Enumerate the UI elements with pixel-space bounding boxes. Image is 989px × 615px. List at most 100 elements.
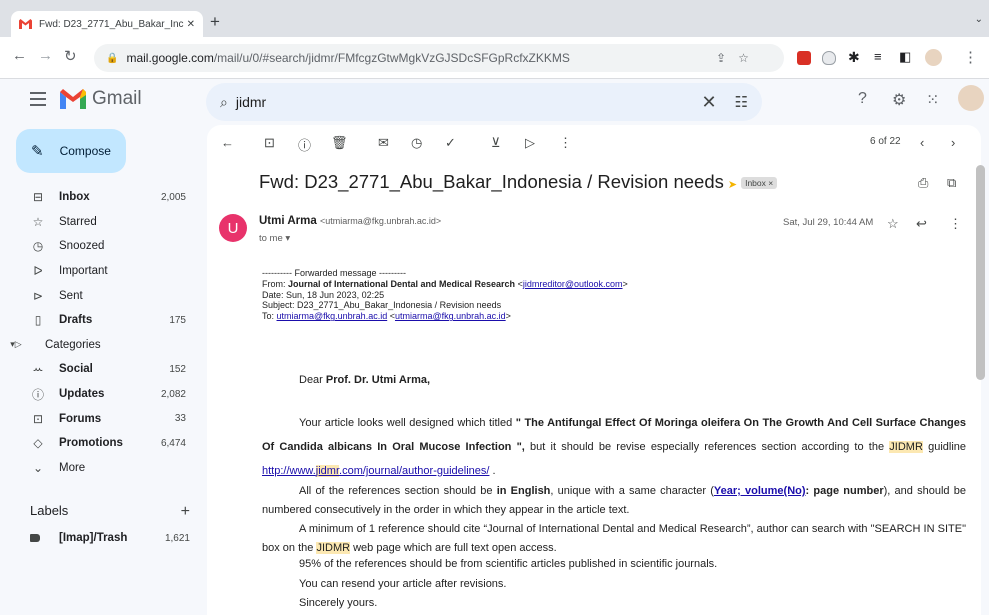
guidelines-link[interactable]: http://www.jidmr.com/journal/author-guid… bbox=[262, 465, 489, 477]
profile-avatar-icon[interactable] bbox=[925, 49, 942, 66]
from-email-link[interactable]: jidmreditor@outlook.com bbox=[523, 279, 623, 289]
url-path: /mail/u/0/#search/jidmr/FMfcgzGtwMgkVzGJ… bbox=[213, 51, 570, 65]
forward-icon[interactable]: → bbox=[38, 47, 53, 64]
apps-grid-icon[interactable]: ⁙ bbox=[926, 90, 939, 110]
p2-bold-2: : page number bbox=[805, 485, 884, 497]
sidebar-item-label: More bbox=[59, 461, 86, 474]
chrome-menu-icon[interactable]: ⋮ bbox=[963, 48, 978, 66]
move-to-icon[interactable]: ⊻ bbox=[491, 135, 501, 151]
sidebar-item-inbox[interactable]: ⊟ Inbox 2,005 bbox=[0, 185, 200, 210]
back-to-list-icon[interactable]: ← bbox=[221, 135, 234, 150]
url-host: mail.google.com bbox=[126, 51, 214, 65]
bookmark-star-icon[interactable]: ☆ bbox=[738, 51, 749, 65]
older-icon[interactable]: › bbox=[951, 135, 955, 150]
message-date: Sat, Jul 29, 10:44 AM bbox=[783, 217, 874, 228]
new-tab-icon[interactable]: + bbox=[210, 12, 220, 32]
add-to-tasks-icon[interactable]: ✓ bbox=[445, 135, 456, 151]
newer-icon[interactable]: ‹ bbox=[920, 135, 924, 150]
important-marker-icon[interactable]: ➤ bbox=[728, 179, 737, 191]
sidebar-item-important[interactable]: ᐅ Important bbox=[0, 259, 200, 284]
inbox-label-chip[interactable]: Inbox × bbox=[741, 177, 778, 190]
from-name: Journal of International Dental and Medi… bbox=[288, 278, 516, 289]
search-input[interactable]: jidmr bbox=[236, 94, 702, 110]
search-options-icon[interactable]: ☷ bbox=[735, 93, 748, 111]
reading-list-icon[interactable]: ≡ bbox=[874, 49, 882, 64]
sidebar-item-sent[interactable]: ⊳ Sent bbox=[0, 283, 200, 308]
forward-subject: Subject: D23_2771_Abu_Bakar_Indonesia / … bbox=[262, 300, 502, 311]
delete-icon[interactable]: 🗑 bbox=[331, 135, 348, 151]
star-icon: ☆ bbox=[32, 214, 44, 229]
help-icon[interactable]: ? bbox=[858, 90, 867, 108]
reload-icon[interactable]: ↻ bbox=[64, 47, 77, 65]
to-email-link[interactable]: utmiarma@fkg.unbrah.ac.id bbox=[277, 311, 388, 321]
sidebar-item-updates[interactable]: ⓘ Updates 2,082 bbox=[0, 382, 200, 407]
sidebar-item-categories[interactable]: ▾▷ Categories bbox=[0, 333, 200, 358]
extensions-puzzle-icon[interactable]: ✱ bbox=[848, 49, 860, 66]
extension-red-icon[interactable] bbox=[797, 51, 811, 65]
print-icon[interactable]: ⎙ bbox=[918, 175, 928, 191]
star-message-icon[interactable]: ☆ bbox=[887, 216, 899, 232]
open-new-window-icon[interactable]: ⧉ bbox=[947, 175, 956, 191]
subject-text: Fwd: D23_2771_Abu_Bakar_Indonesia / Revi… bbox=[259, 171, 724, 192]
sidebar-item-promotions[interactable]: ◇ Promotions 6,474 bbox=[0, 431, 200, 456]
search-icon[interactable]: ⌕ bbox=[220, 94, 228, 111]
label-as-icon[interactable]: ▷ bbox=[525, 135, 535, 151]
closing: Sincerely yours. bbox=[299, 597, 378, 609]
sender-name[interactable]: Utmi Arma bbox=[259, 215, 317, 227]
sidebar-item-starred[interactable]: ☆ Starred bbox=[0, 210, 200, 235]
compose-button[interactable]: ✎ Compose bbox=[16, 129, 126, 173]
message-more-icon[interactable]: ⋮ bbox=[949, 216, 962, 232]
archive-icon[interactable]: ⊡ bbox=[264, 135, 275, 151]
more-actions-icon[interactable]: ⋮ bbox=[559, 135, 572, 151]
label-tag-icon bbox=[30, 534, 40, 542]
pencil-icon: ✎ bbox=[31, 143, 44, 160]
p2-text-b: , unique with a same character ( bbox=[550, 485, 714, 497]
message-panel: ← ⊡ ⓘ 🗑 ✉ ◷ ✓ ⊻ ▷ ⋮ 6 of 22 ‹ › Fwd: D23… bbox=[207, 125, 981, 615]
account-avatar[interactable] bbox=[958, 85, 984, 111]
to-email-link-2[interactable]: utmiarma@fkg.unbrah.ac.id bbox=[395, 311, 506, 321]
message-scrollbar[interactable] bbox=[976, 165, 985, 380]
report-spam-icon[interactable]: ⓘ bbox=[298, 135, 311, 154]
collapse-arrow-icon: ▾▷ bbox=[10, 339, 22, 350]
tag-icon: ◇ bbox=[33, 436, 43, 451]
tab-close-icon[interactable]: ✕ bbox=[187, 19, 195, 30]
address-bar[interactable]: 🔒 mail.google.com/mail/u/0/#search/jidmr… bbox=[94, 44, 784, 72]
to-label: To: bbox=[262, 311, 277, 322]
gmail-favicon-icon bbox=[19, 19, 32, 29]
mark-unread-icon[interactable]: ✉ bbox=[378, 135, 389, 151]
clear-search-icon[interactable]: ✕ bbox=[701, 92, 716, 113]
p2-text: All of the references section should be bbox=[299, 485, 497, 497]
year-volume-link[interactable]: Year; volume(No) bbox=[714, 485, 806, 497]
paragraph-3: A minimum of 1 reference should cite “Jo… bbox=[262, 520, 966, 558]
send-icon: ⊳ bbox=[32, 288, 44, 303]
add-label-icon[interactable]: + bbox=[181, 503, 190, 521]
sidebar-item-drafts[interactable]: ▯ Drafts 175 bbox=[0, 308, 200, 333]
side-panel-icon[interactable]: ◧ bbox=[899, 49, 911, 65]
back-icon[interactable]: ← bbox=[12, 47, 27, 64]
search-bar[interactable]: ⌕ jidmr ✕ ☷ bbox=[206, 83, 762, 121]
forward-to: To: utmiarma@fkg.unbrah.ac.id <utmiarma@… bbox=[262, 311, 511, 322]
gmail-logo[interactable]: Gmail bbox=[60, 88, 142, 110]
sidebar-item-more[interactable]: ⌄ More bbox=[0, 456, 200, 481]
label-name: [Imap]/Trash bbox=[59, 532, 128, 544]
sidebar-item-social[interactable]: ꕀ Social 152 bbox=[0, 357, 200, 382]
settings-gear-icon[interactable]: ⚙ bbox=[892, 90, 906, 110]
extension-shield-icon[interactable] bbox=[822, 51, 836, 65]
main-menu-icon[interactable] bbox=[30, 92, 46, 110]
browser-tab[interactable]: Fwd: D23_2771_Abu_Bakar_Inc ✕ bbox=[11, 11, 203, 37]
p1-text-d: . bbox=[489, 465, 496, 477]
share-icon[interactable]: ⇪ bbox=[716, 51, 726, 65]
p1-text-b: but it should be revise especially refer… bbox=[524, 441, 890, 453]
forward-date: Date: Sun, 18 Jun 2023, 02:25 bbox=[262, 289, 385, 300]
sidebar-item-snoozed[interactable]: ◷ Snoozed bbox=[0, 234, 200, 259]
reply-icon[interactable]: ↩ bbox=[916, 216, 927, 232]
inbox-icon: ⊟ bbox=[32, 190, 44, 205]
sidebar-item-count: 175 bbox=[169, 314, 186, 326]
sidebar-item-forums[interactable]: ⊡ Forums 33 bbox=[0, 406, 200, 431]
snooze-icon[interactable]: ◷ bbox=[411, 135, 422, 151]
recipient-details-toggle[interactable]: to me ▾ bbox=[259, 233, 290, 244]
label-imap-trash[interactable]: [Imap]/Trash 1,621 bbox=[30, 532, 190, 544]
forward-from: From: Journal of International Dental an… bbox=[262, 278, 628, 289]
tab-search-icon[interactable]: ⌄ bbox=[975, 14, 983, 25]
omnibox-actions: ⇪ ☆ bbox=[716, 51, 749, 65]
